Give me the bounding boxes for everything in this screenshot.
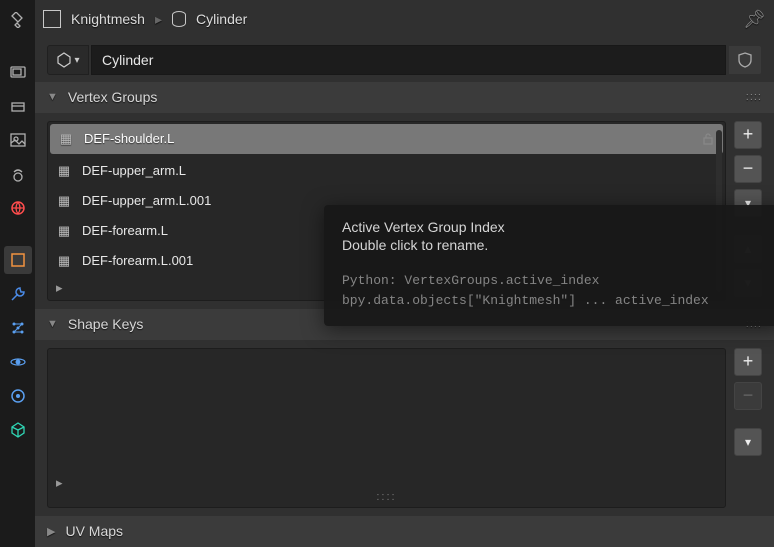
expand-icon[interactable]: ▸ [56,280,63,295]
world-tab-icon[interactable] [4,194,32,222]
breadcrumb-object[interactable]: Knightmesh [71,11,145,27]
list-item[interactable]: ▦ DEF-shoulder.L [50,124,723,154]
item-label: DEF-shoulder.L [84,131,174,146]
panel-title: Vertex Groups [68,89,158,105]
item-label: DEF-upper_arm.L [82,163,186,178]
vertex-group-icon: ▦ [56,253,72,269]
fake-user-toggle[interactable] [728,45,762,75]
disclosure-triangle-icon: ▼ [47,91,58,103]
object-icon [43,10,61,28]
vertex-group-icon: ▦ [56,223,72,239]
tool-tab-icon[interactable] [4,6,32,34]
item-label: DEF-forearm.L.001 [82,253,193,268]
panel-title: Shape Keys [68,316,144,332]
remove-button[interactable]: − [734,155,762,183]
chevron-right-icon: ▸ [155,11,162,28]
datablock-row: ▾ [35,39,774,82]
resize-grip-icon[interactable]: :::: [56,491,717,503]
disclosure-triangle-icon: ▼ [47,318,58,330]
specials-menu-button[interactable]: ▾ [734,428,762,456]
vertex-group-icon: ▦ [56,193,72,209]
output-tab-icon[interactable] [4,92,32,120]
disclosure-triangle-icon: ▶ [47,525,55,538]
tooltip-subtitle: Double click to rename. [342,237,766,253]
physics-tab-icon[interactable] [4,348,32,376]
item-label: DEF-forearm.L [82,223,168,238]
render-tab-icon[interactable] [4,58,32,86]
list-footer: ▸ :::: [48,471,725,507]
panel-title: UV Maps [65,523,123,539]
vertex-group-icon: ▦ [56,163,72,179]
object-tab-icon[interactable] [4,246,32,274]
list-item[interactable]: ▦ DEF-upper_arm.L [48,156,725,186]
datablock-name-field[interactable] [91,45,726,75]
vertex-groups-header[interactable]: ▼ Vertex Groups :::: [35,82,774,113]
tooltip-title: Active Vertex Group Index [342,219,766,235]
shape-keys-body: ▸ :::: + − ▾ [35,340,774,516]
vertex-group-icon: ▦ [58,131,74,147]
add-button[interactable]: + [734,121,762,149]
shape-key-list[interactable]: ▸ :::: [47,348,726,508]
breadcrumb-mesh[interactable]: Cylinder [196,11,247,27]
particles-tab-icon[interactable] [4,314,32,342]
tooltip-python: Python: VertexGroups.active_index bpy.da… [342,271,766,310]
modifiers-tab-icon[interactable] [4,280,32,308]
expand-icon[interactable]: ▸ [56,475,63,490]
constraints-tab-icon[interactable] [4,382,32,410]
properties-main: Knightmesh ▸ Cylinder 📌︎ ▾ ▼ Vertex Grou… [35,0,774,547]
lock-icon[interactable] [701,132,715,146]
viewlayer-tab-icon[interactable] [4,126,32,154]
shape-key-side-buttons: + − ▾ [734,348,762,508]
item-label: DEF-upper_arm.L.001 [82,193,211,208]
scene-tab-icon[interactable] [4,160,32,188]
add-button[interactable]: + [734,348,762,376]
chevron-down-icon: ▾ [74,55,79,66]
drag-handle-icon[interactable]: :::: [746,91,762,103]
pin-icon[interactable]: 📌︎ [743,9,766,30]
remove-button[interactable]: − [734,382,762,410]
tooltip: Active Vertex Group Index Double click t… [324,205,774,326]
breadcrumb: Knightmesh ▸ Cylinder 📌︎ [35,0,774,39]
datablock-type-button[interactable]: ▾ [47,45,89,75]
uv-maps-header[interactable]: ▶ UV Maps [35,516,774,547]
object-data-tab-icon[interactable] [4,416,32,444]
properties-tab-rail [0,0,35,547]
mesh-icon [172,11,186,27]
